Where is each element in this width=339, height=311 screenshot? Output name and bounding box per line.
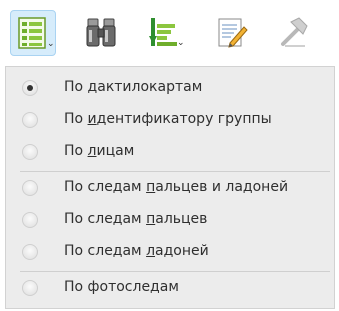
- menu-item-label: По лицам: [64, 143, 135, 159]
- menu-item-persons[interactable]: По лицам: [6, 137, 334, 167]
- menu-item-label: По следам пальцев: [64, 211, 208, 227]
- search-mode-menu: По дактилокартам По идентификатору групп…: [5, 66, 335, 309]
- radio-button[interactable]: [22, 212, 38, 228]
- menu-item-label: По дактилокартам: [64, 79, 203, 95]
- menu-item-finger-traces[interactable]: По следам пальцев: [6, 205, 334, 235]
- radio-button[interactable]: [22, 180, 38, 196]
- menu-item-label: По фотоследам: [64, 279, 179, 295]
- radio-button[interactable]: [22, 144, 38, 160]
- radio-button[interactable]: [22, 280, 38, 296]
- menu-separator: [20, 271, 330, 272]
- menu-item-label: По следам ладоней: [64, 243, 209, 259]
- menu-item-group-id[interactable]: По идентификатору группы: [6, 105, 334, 135]
- menu-item-photo-traces[interactable]: По фотоследам: [6, 273, 334, 303]
- radio-button[interactable]: [22, 244, 38, 260]
- radio-button[interactable]: [22, 112, 38, 128]
- radio-button[interactable]: [22, 80, 38, 96]
- dropdown-caret-icon: ⌄: [177, 38, 185, 48]
- hammer-icon: [281, 17, 308, 47]
- menu-item-finger-and-palm-traces[interactable]: По следам пальцев и ладоней: [6, 173, 334, 203]
- dropdown-caret-icon: ⌄: [47, 39, 55, 49]
- toolbar: ⌄ ⌄: [0, 0, 339, 70]
- radio-selected-dot: [27, 85, 33, 91]
- menu-item-label: По идентификатору группы: [64, 111, 272, 127]
- edit-document-button[interactable]: [209, 10, 255, 56]
- binoculars-icon: [86, 18, 116, 47]
- edit-document-icon: [218, 18, 248, 48]
- tools-hammer-button[interactable]: [270, 10, 316, 56]
- menu-item-label: По следам пальцев и ладоней: [64, 179, 289, 195]
- menu-separator: [20, 171, 330, 172]
- list-view-icon: [18, 17, 46, 49]
- search-binoculars-button[interactable]: [78, 10, 124, 56]
- sort-descending-icon: [149, 18, 177, 46]
- menu-item-dactylocards[interactable]: По дактилокартам: [6, 73, 334, 103]
- list-view-button[interactable]: ⌄: [10, 10, 56, 56]
- sort-button[interactable]: ⌄: [141, 10, 187, 56]
- menu-item-palm-traces[interactable]: По следам ладоней: [6, 237, 334, 267]
